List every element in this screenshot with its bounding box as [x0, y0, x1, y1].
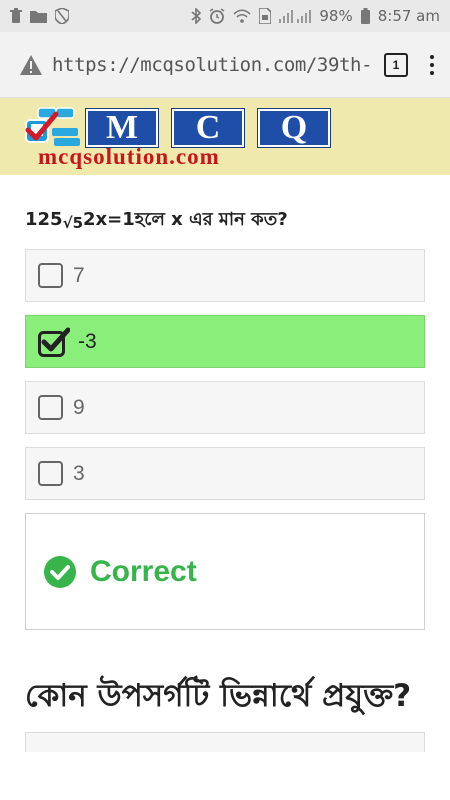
- trash-icon: [10, 8, 22, 24]
- status-left: [10, 8, 69, 24]
- browser-menu-button[interactable]: [426, 51, 438, 79]
- next-question-text: কোন উপসর্গটি ভিন্নার্থে প্রযুক্ত?: [25, 678, 412, 714]
- result-panel: Correct: [25, 513, 425, 630]
- status-bar: 98% 8:57 am: [0, 0, 450, 32]
- main-content: 125√52x=1হলে x এর মান কত? 7 -3 9 3 Corre…: [0, 205, 450, 752]
- checkbox-icon[interactable]: [38, 395, 63, 420]
- check-circle-icon: [44, 555, 76, 588]
- browser-toolbar: https://mcqsolution.com/39th- 1: [0, 32, 450, 98]
- option-3[interactable]: 9: [25, 381, 425, 434]
- bluetooth-icon: [191, 8, 202, 24]
- option-label: 9: [73, 395, 85, 419]
- question-root: √5: [62, 214, 84, 232]
- site-logo[interactable]: M C Q mcqsolution.com: [22, 106, 334, 169]
- shield-icon: [55, 8, 69, 24]
- checkbox-icon[interactable]: [38, 461, 63, 486]
- checkbox-icon[interactable]: [38, 263, 63, 288]
- alarm-icon: [209, 8, 225, 24]
- option-4[interactable]: 3: [25, 447, 425, 500]
- menu-dot-icon: [430, 62, 434, 67]
- next-option-box[interactable]: [25, 732, 425, 752]
- option-label: -3: [78, 329, 97, 353]
- site-header: M C Q mcqsolution.com: [0, 98, 450, 175]
- result-text: Correct: [90, 554, 197, 588]
- menu-dot-icon: [430, 54, 434, 59]
- clock: 8:57 am: [377, 7, 440, 25]
- tab-switcher-button[interactable]: 1: [384, 52, 408, 77]
- logo-letter-q: Q: [258, 109, 330, 147]
- question-suffix: 2x=1হলে x এর মান কত?: [83, 209, 288, 230]
- option-2[interactable]: -3: [25, 315, 425, 368]
- folder-icon: [30, 9, 47, 23]
- option-label: 3: [73, 461, 85, 485]
- sim-icon: [259, 8, 272, 24]
- question-prefix: 125: [25, 209, 63, 230]
- checked-checkbox-icon[interactable]: [38, 327, 71, 357]
- battery-percent: 98%: [319, 7, 353, 25]
- address-bar[interactable]: https://mcqsolution.com/39th-: [52, 54, 370, 76]
- option-1[interactable]: 7: [25, 249, 425, 302]
- option-label: 7: [73, 263, 85, 287]
- signal-icon: [279, 9, 312, 23]
- warning-icon[interactable]: [20, 54, 42, 75]
- question-text: 125√52x=1হলে x এর মান কত?: [25, 205, 425, 236]
- logo-letter-c: C: [172, 109, 244, 147]
- menu-dot-icon: [430, 70, 434, 75]
- status-right: 98% 8:57 am: [191, 7, 440, 25]
- battery-icon: [360, 8, 370, 24]
- logo-letter-m: M: [86, 109, 158, 147]
- logo-domain: mcqsolution.com: [38, 144, 220, 169]
- wifi-icon: [233, 9, 251, 23]
